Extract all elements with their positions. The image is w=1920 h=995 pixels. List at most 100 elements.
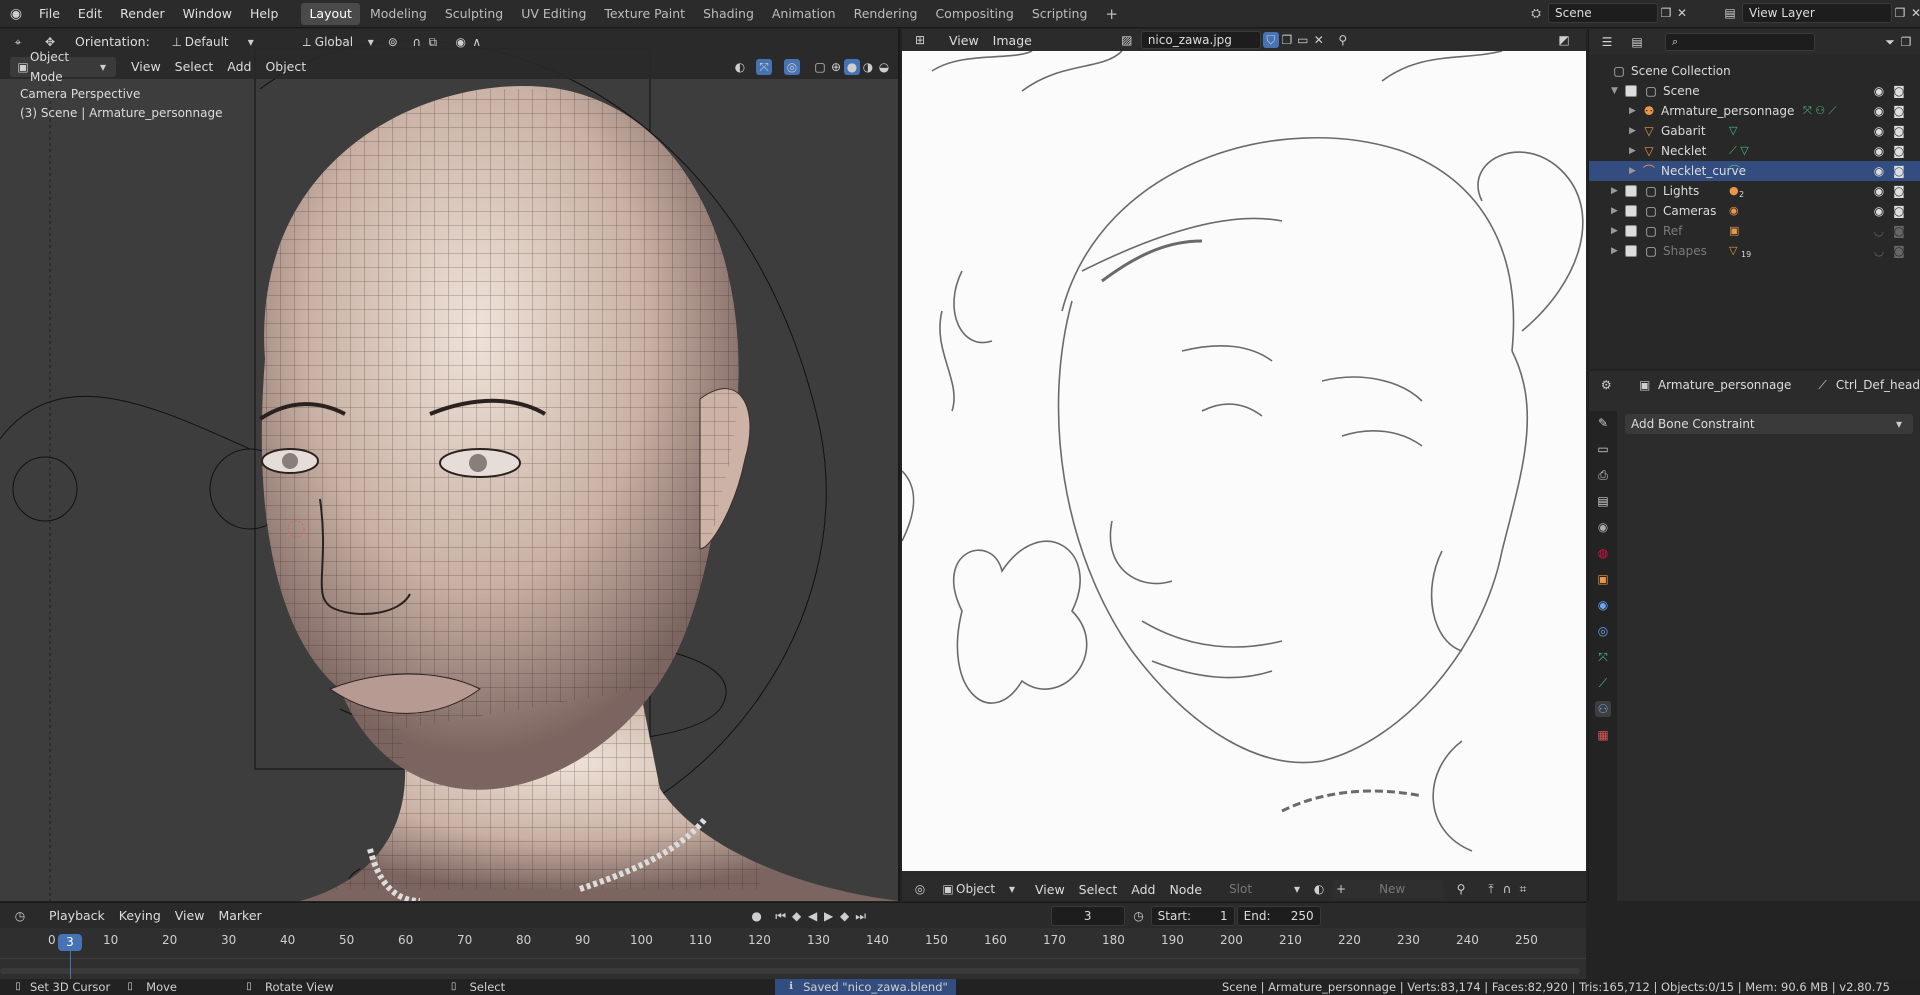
new-material-button[interactable]: + New (1333, 880, 1444, 898)
tool-settings-icon[interactable]: ✎ (1595, 415, 1611, 431)
expand-arrow-icon[interactable]: ▶ (1629, 161, 1636, 181)
menu-window[interactable]: Window (174, 0, 241, 28)
camera-icon[interactable]: ◙ (1891, 243, 1907, 259)
proportional-edit-icon[interactable]: ◉ (453, 34, 469, 50)
tab-layout[interactable]: Layout (301, 2, 360, 25)
new-collection-icon[interactable]: ❐ (1898, 34, 1914, 50)
expand-arrow-icon[interactable]: ▶ (1611, 201, 1618, 221)
eye-icon[interactable]: ◉ (1871, 143, 1887, 159)
xray-icon[interactable]: ▢ (812, 59, 828, 75)
tab-compositing[interactable]: Compositing (927, 3, 1021, 25)
slot-dropdown[interactable]: Slot ▾ (1229, 881, 1305, 897)
node-menu-node[interactable]: Node (1162, 882, 1209, 897)
next-keyframe-icon[interactable]: ◆ (837, 908, 853, 924)
eye-icon[interactable]: ◉ (1871, 83, 1887, 99)
physics-icon[interactable]: ◎ (1595, 623, 1611, 639)
tree-row[interactable]: ▶ ▽ Necklet ⟋ ▽ ◉ ◙ (1589, 141, 1920, 161)
camera-icon[interactable]: ◙ (1891, 203, 1907, 219)
exclude-checkbox[interactable] (1625, 185, 1637, 197)
add-bone-constraint-dropdown[interactable]: Add Bone Constraint ▾ (1625, 414, 1913, 434)
menu-file[interactable]: File (30, 0, 69, 28)
display-channels-icon[interactable]: ◩ (1556, 32, 1572, 48)
eye-icon[interactable]: ◡ (1871, 223, 1887, 239)
play-icon[interactable]: ▶ (821, 908, 837, 924)
eye-icon[interactable]: ◉ (1871, 203, 1887, 219)
texture-icon[interactable]: ▦ (1595, 727, 1611, 743)
open-image-icon[interactable]: ▭ (1295, 32, 1311, 48)
expand-arrow-icon[interactable]: ▶ (1611, 181, 1618, 201)
expand-arrow-icon[interactable]: ▶ (1629, 121, 1636, 141)
editor-type-icon[interactable]: ◎ (912, 881, 928, 897)
viewport-menu-select[interactable]: Select (168, 59, 221, 74)
solid-shading-icon[interactable]: ● (844, 58, 860, 75)
pin-icon[interactable]: ⚲ (1335, 32, 1351, 48)
tab-rendering[interactable]: Rendering (846, 3, 926, 25)
tree-row[interactable]: ▶ ▢ Cameras ◉ ◉ ◙ (1589, 201, 1920, 221)
editor-type-icon[interactable]: ☰ (1599, 34, 1615, 50)
timeline-menu-playback[interactable]: Playback (42, 908, 112, 923)
bone-constraint-icon[interactable]: ⚇ (1595, 701, 1611, 717)
image-editor[interactable]: ⊞ View Image ▨ nico_zawa.jpg ⛉ ❐ ▭ ✕ ⚲ ◩ (902, 29, 1586, 901)
tree-row[interactable]: ▶ ▽ Gabarit ▽ ◉ ◙ (1589, 121, 1920, 141)
exclude-checkbox[interactable] (1625, 245, 1637, 257)
node-menu-add[interactable]: Add (1124, 882, 1162, 897)
filter-icon[interactable]: ⏷ (1882, 34, 1898, 50)
camera-icon[interactable]: ◙ (1891, 183, 1907, 199)
play-reverse-icon[interactable]: ◀ (805, 908, 821, 924)
viewport-menu-object[interactable]: Object (258, 59, 313, 74)
context-bone-name[interactable]: Ctrl_Def_head (1836, 378, 1920, 392)
image-browse-icon[interactable]: ▨ (1119, 32, 1135, 48)
node-menu-view[interactable]: View (1028, 882, 1072, 897)
orientation-dropdown[interactable]: ⊥ Default ▾ (169, 34, 259, 50)
timeline-scrollbar[interactable] (0, 968, 1580, 974)
rendered-shading-icon[interactable]: ◒ (876, 59, 892, 75)
gizmo-icon[interactable]: ⤧ (756, 58, 772, 75)
menu-edit[interactable]: Edit (69, 0, 111, 28)
prev-keyframe-icon[interactable]: ◆ (789, 908, 805, 924)
jump-start-icon[interactable]: ⏮ (773, 908, 789, 924)
new-image-icon[interactable]: ❐ (1279, 32, 1295, 48)
timeline-menu-view[interactable]: View (168, 908, 212, 923)
tab-shading[interactable]: Shading (695, 3, 762, 25)
camera-icon[interactable]: ◙ (1891, 163, 1907, 179)
expand-arrow-icon[interactable]: ▶ (1611, 221, 1618, 241)
context-object-name[interactable]: Armature_personnage (1658, 378, 1791, 392)
end-frame-field[interactable]: End: 250 (1236, 905, 1321, 926)
record-icon[interactable]: ● (749, 908, 765, 924)
expand-arrow-icon[interactable]: ▶ (1629, 141, 1636, 161)
delete-view-layer-icon[interactable]: ✕ (1908, 5, 1920, 21)
transform-space-dropdown[interactable]: ⟂ Global ▾ (299, 34, 379, 50)
timeline-menu-keying[interactable]: Keying (112, 908, 168, 923)
timeline-menu-marker[interactable]: Marker (211, 908, 268, 923)
camera-icon[interactable]: ◙ (1891, 143, 1907, 159)
view-layer-icon[interactable]: ▤ (1595, 493, 1611, 509)
3d-viewport[interactable]: ⌖ ✥ Orientation: ⊥ Default ▾ ⟂ Global ▾ … (0, 29, 900, 901)
image-menu-image[interactable]: Image (986, 33, 1039, 48)
tree-row[interactable]: ▶ ⌒ Necklet_curve ⌒ ◉ ◙ (1589, 161, 1920, 181)
outliner-search-input[interactable]: ⌕ (1665, 33, 1815, 51)
camera-icon[interactable]: ◙ (1891, 103, 1907, 119)
parent-node-icon[interactable]: ⤒ (1483, 881, 1499, 897)
snap-target-icon[interactable]: ⧉ (425, 34, 441, 50)
current-frame-field[interactable]: 3 (1050, 905, 1125, 926)
editor-type-icon[interactable]: ◷ (12, 908, 28, 924)
exclude-checkbox[interactable] (1625, 205, 1637, 217)
expand-arrow-icon[interactable]: ▼ (1611, 81, 1618, 101)
delete-scene-icon[interactable]: ✕ (1674, 5, 1690, 21)
tab-modeling[interactable]: Modeling (362, 3, 435, 25)
eye-icon[interactable]: ◉ (1871, 183, 1887, 199)
material-shading-icon[interactable]: ◑ (860, 59, 876, 75)
scene-name-field[interactable]: Scene (1548, 3, 1658, 23)
editor-type-icon[interactable]: ⊞ (912, 32, 928, 48)
preview-range-icon[interactable]: ◷ (1131, 908, 1147, 924)
image-name-field[interactable]: nico_zawa.jpg (1140, 31, 1261, 49)
tab-sculpting[interactable]: Sculpting (437, 3, 511, 25)
tree-row[interactable]: ▼ ▢ Scene ◉ ◙ (1589, 81, 1920, 101)
tree-row[interactable]: ▶ ▢ Lights ● ◉ ◙ 2 (1589, 181, 1920, 201)
snap-icon[interactable]: ∩ (409, 34, 425, 50)
armature-data-icon[interactable]: ⤧ (1595, 649, 1611, 665)
viewport-menu-view[interactable]: View (124, 59, 168, 74)
menu-help[interactable]: Help (241, 0, 288, 28)
tree-row[interactable]: ▶ ⚉ Armature_personnage ⤧ ⚇ ⟋ ◉ ◙ (1589, 101, 1920, 121)
pin-icon[interactable]: ⚲ (1453, 881, 1469, 897)
